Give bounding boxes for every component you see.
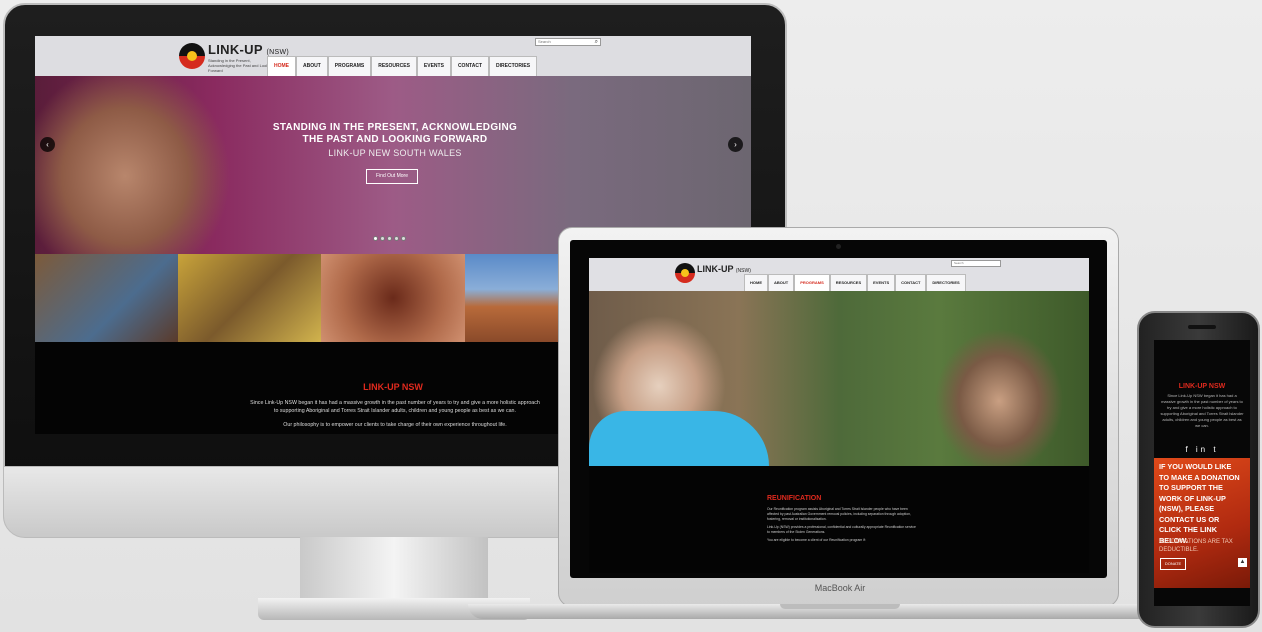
nav-contact[interactable]: CONTACT [450, 56, 490, 76]
nav-resources[interactable]: RESOURCES [371, 56, 417, 76]
social-icons[interactable]: f in t [1154, 445, 1250, 454]
donation-note: ALL DONATIONS ARE TAX DEDUCTIBLE. [1159, 539, 1233, 553]
site-logo[interactable]: LINK-UP (NSW) [697, 264, 751, 274]
slider-dot[interactable] [373, 236, 378, 241]
phone-speaker [1188, 325, 1216, 329]
main-nav: HOME ABOUT PROGRAMS RESOURCES EVENTS CON… [267, 56, 538, 76]
nav-home[interactable]: HOME [744, 274, 768, 291]
slider-dot[interactable] [401, 236, 406, 241]
donate-button[interactable]: DONATE [1160, 558, 1186, 570]
nav-contact[interactable]: CONTACT [895, 274, 927, 291]
section-paragraph: Our Reunification program assists Aborig… [767, 507, 911, 521]
program-hero-image [589, 291, 1089, 466]
reunification-section: REUNIFICATION Our Reunification program … [589, 466, 1089, 573]
search-placeholder: Search [538, 39, 551, 44]
slider-prev-icon[interactable]: ‹ [40, 137, 55, 152]
nav-programs[interactable]: PROGRAMS [794, 274, 830, 291]
slider-dot[interactable] [394, 236, 399, 241]
macbook-notch [780, 604, 900, 609]
main-nav: HOME ABOUT PROGRAMS RESOURCES EVENTS CON… [744, 274, 966, 291]
slider-dot[interactable] [380, 236, 385, 241]
nav-resources[interactable]: RESOURCES [829, 274, 868, 291]
mobile-website-screen: LINK-UP NSW Since Link-Up NSW began it h… [1154, 340, 1250, 606]
logo-tagline: Standing in the Present, Acknowledging t… [208, 58, 274, 73]
site-header: LINK-UP (NSW) HOME ABOUT PROGRAMS RESOUR… [589, 258, 1089, 291]
nav-events[interactable]: EVENTS [867, 274, 896, 291]
nav-programs[interactable]: PROGRAMS [327, 56, 372, 76]
nav-events[interactable]: EVENTS [416, 56, 451, 76]
search-input[interactable]: Search [951, 260, 1001, 267]
donation-text: IF YOU WOULD LIKE TO MAKE A DONATION TO … [1159, 462, 1240, 545]
slider-next-icon[interactable]: › [728, 137, 743, 152]
search-input[interactable]: Search ⌕ [535, 38, 601, 46]
hero-headline: STANDING IN THE PRESENT, ACKNOWLEDGING T… [265, 122, 525, 146]
site-header: LINK-UP (NSW) Standing in the Present, A… [35, 36, 751, 76]
donation-panel: IF YOU WOULD LIKE TO MAKE A DONATION TO … [1154, 458, 1250, 588]
hero-headline-line1: STANDING IN THE PRESENT, ACKNOWLEDGING [272, 122, 518, 133]
hero-subtitle: LINK-UP NEW SOUTH WALES [328, 148, 462, 158]
section-title: REUNIFICATION [767, 495, 822, 502]
photo-thumbnail[interactable] [178, 254, 322, 342]
nav-about[interactable]: ABOUT [768, 274, 795, 291]
section-paragraph: Link-Up (NSW) provides a professional, c… [767, 525, 916, 534]
slider-dots [373, 236, 406, 241]
nav-directories[interactable]: DIRECTORIES [489, 56, 538, 76]
find-out-more-button[interactable]: Find Out More [366, 169, 418, 184]
imac-stand-neck [300, 537, 488, 603]
slider-dot[interactable] [387, 236, 392, 241]
nav-home[interactable]: HOME [267, 56, 296, 76]
section-paragraph: You are eligible to become a client of o… [767, 538, 866, 542]
laptop-website-screen: LINK-UP (NSW) HOME ABOUT PROGRAMS RESOUR… [589, 258, 1089, 573]
aboriginal-flag-logo-icon[interactable] [179, 43, 205, 69]
camera-icon [836, 244, 841, 249]
apple-logo-icon [380, 484, 408, 516]
hero-headline-line2: THE PAST AND LOOKING FORWARD [302, 134, 488, 145]
about-title: LINK-UP NSW [1178, 383, 1226, 390]
photo-thumbnail[interactable] [35, 254, 179, 342]
aboriginal-flag-logo-icon[interactable] [675, 263, 695, 283]
photo-thumbnail[interactable] [321, 254, 465, 342]
hero-photo-detail [589, 411, 769, 466]
nav-directories[interactable]: DIRECTORIES [926, 274, 966, 291]
back-to-top-icon[interactable]: ▲ [1238, 558, 1247, 567]
about-text: Since Link-Up NSW began it has had a mas… [250, 400, 540, 414]
about-text: Since Link-Up NSW began it has had a mas… [1160, 393, 1244, 428]
site-logo[interactable]: LINK-UP (NSW) [208, 42, 289, 57]
search-icon[interactable]: ⌕ [595, 39, 598, 46]
device-label: MacBook Air [814, 583, 866, 593]
nav-about[interactable]: ABOUT [296, 56, 328, 76]
section-text: Our Reunification program assists Aborig… [767, 507, 917, 543]
philosophy-text: Our philosophy is to empower our clients… [283, 422, 507, 428]
